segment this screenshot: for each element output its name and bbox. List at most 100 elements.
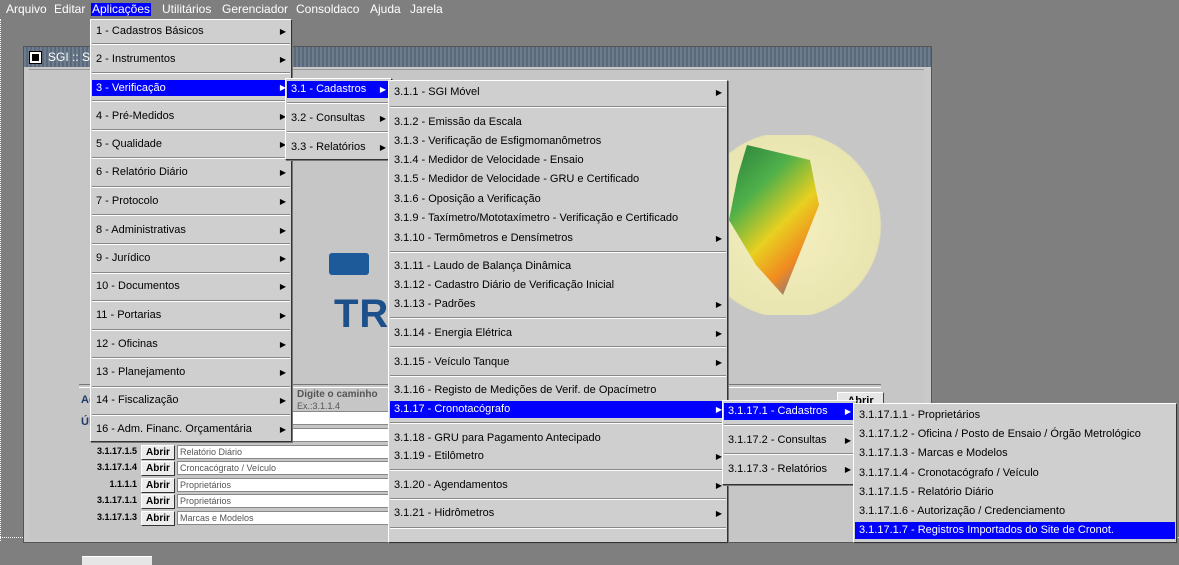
menu-item-label: 6 - Relatório Diário (96, 166, 188, 178)
recent-item-code: 1.1.1.1 (109, 479, 137, 489)
submenu-arrow-icon: ▶ (715, 358, 722, 367)
menu-item-3-1-16[interactable]: 3.1.16 - Registo de Medições de Verif. d… (390, 383, 726, 398)
menu-item-3-1-17-1-4[interactable]: 3.1.17.1.4 - Cronotacógrafo / Veículo (855, 465, 1175, 481)
menu-item-3-1-2[interactable]: 3.1.2 - Emissão da Escala (390, 115, 726, 130)
menu-item-relatorio-diario[interactable]: 6 - Relatório Diário ▶ (92, 165, 290, 180)
menu-item-label: 3.1.5 - Medidor de Velocidade - GRU e Ce… (394, 173, 640, 185)
menu-item-adm-financ[interactable]: 16 - Adm. Financ. Orçamentária ▶ (92, 422, 290, 437)
submenu-arrow-icon: ▶ (715, 88, 722, 97)
menu-janela[interactable]: Jarela (410, 3, 443, 16)
menu-item-pre-medidos[interactable]: 4 - Pré-Medidos ▶ (92, 109, 290, 124)
menu-separator (92, 214, 290, 216)
menu-item-3-1-13[interactable]: 3.1.13 - Padrões ▶ (390, 297, 726, 312)
menu-item-3-1-5[interactable]: 3.1.5 - Medidor de Velocidade - GRU e Ce… (390, 172, 726, 187)
menu-separator (724, 424, 855, 426)
menu-item-3-1-17-1-5[interactable]: 3.1.17.1.5 - Relatório Diário (855, 484, 1175, 500)
menu-item-administrativas[interactable]: 8 - Administrativas ▶ (92, 223, 290, 238)
menu-item-fiscalizacao[interactable]: 14 - Fiscalização ▶ (92, 393, 290, 408)
menu-separator (390, 469, 726, 471)
menu-item-3-1-10[interactable]: 3.1.10 - Termômetros e Densímetros ▶ (390, 231, 726, 246)
menu-item-protocolo[interactable]: 7 - Protocolo ▶ (92, 194, 290, 209)
menu-item-3-1-4[interactable]: 3.1.4 - Medidor de Velocidade - Ensaio (390, 153, 726, 168)
menu-item-3-1-cadastros[interactable]: 3.1 - Cadastros ▶ (287, 81, 390, 98)
aplicacoes-menu: 1 - Cadastros Básicos ▶ 2 - Instrumentos ▶… (90, 19, 292, 442)
recent-abrir-button[interactable]: Abrir (141, 494, 175, 509)
submenu-arrow-icon: ▶ (379, 143, 386, 152)
menu-consolidado[interactable]: Consoldaco (296, 3, 359, 16)
menu-item-3-1-17-1-1[interactable]: 3.1.17.1.1 - Proprietários (855, 407, 1175, 423)
menu-item-3-1-17-2[interactable]: 3.1.17.2 - Consultas ▶ (724, 433, 855, 448)
menu-item-label: 3.1.17.1.7 - Registros Importados do Sit… (859, 524, 1114, 536)
menu-item-label: 3.1.6 - Oposição a Verificação (394, 193, 541, 205)
menu-item-3-1-15[interactable]: 3.1.15 - Veículo Tanque ▶ (390, 355, 726, 370)
crono-cadastros-menu: 3.1.17.1.1 - Proprietários 3.1.17.1.2 - … (853, 403, 1177, 543)
menu-item-label: 3.1.17.1.4 - Cronotacógrafo / Veículo (859, 467, 1039, 479)
menu-item-verificacao[interactable]: 3 - Verificação ▶ (92, 80, 290, 96)
menu-ajuda[interactable]: Ajuda (370, 3, 401, 16)
menu-item-3-1-17-1-7[interactable]: 3.1.17.1.7 - Registros Importados do Sit… (855, 522, 1175, 539)
bottom-button[interactable] (82, 556, 152, 565)
menu-item-3-1-1[interactable]: 3.1.1 - SGI Móvel ▶ (390, 85, 726, 100)
submenu-arrow-icon: ▶ (844, 465, 851, 474)
menu-item-3-1-19[interactable]: 3.1.19 - Etilômetro ▶ (390, 449, 726, 464)
menu-item-label: 3.1.10 - Termômetros e Densímetros (394, 232, 573, 244)
menu-item-3-1-17-1[interactable]: 3.1.17.1 - Cadastros ▶ (724, 403, 855, 420)
menu-item-3-1-21[interactable]: 3.1.21 - Hidrômetros ▶ (390, 506, 726, 521)
menu-item-label: 11 - Portarias (96, 309, 162, 321)
menu-item-cadastros-basicos[interactable]: 1 - Cadastros Básicos ▶ (92, 24, 290, 39)
menu-separator (92, 329, 290, 331)
submenu-arrow-icon: ▶ (279, 425, 286, 434)
menu-item-label: 8 - Administrativas (96, 224, 186, 236)
menu-item-3-1-18[interactable]: 3.1.18 - GRU para Pagamento Antecipado (390, 431, 726, 446)
menu-item-label: 3.2 - Consultas (291, 112, 365, 124)
menu-separator (287, 131, 390, 133)
submenu-arrow-icon: ▶ (844, 407, 851, 416)
menu-separator (92, 272, 290, 274)
menu-arquivo[interactable]: Arquivo (6, 3, 47, 16)
menu-item-3-3-relatorios[interactable]: 3.3 - Relatórios ▶ (287, 140, 390, 155)
menu-item-3-2-consultas[interactable]: 3.2 - Consultas ▶ (287, 111, 390, 126)
recent-item-text: Marcas e Modelos (177, 511, 391, 525)
menu-item-documentos[interactable]: 10 - Documentos ▶ (92, 279, 290, 294)
menu-item-3-1-17-1-6[interactable]: 3.1.17.1.6 - Autorização / Credenciament… (855, 503, 1175, 519)
recent-item-code: 3.1.17.1.5 (96, 446, 137, 456)
menu-item-label: 3.1.11 - Laudo de Balança Dinâmica (394, 260, 572, 272)
menu-item-3-1-3[interactable]: 3.1.3 - Verificação de Esfigmomanômetros (390, 134, 726, 149)
menu-item-planejamento[interactable]: 13 - Planejamento ▶ (92, 365, 290, 380)
menu-item-label: 3.1.17.2 - Consultas (728, 434, 827, 446)
menu-aplicacoes[interactable]: Aplicações (91, 3, 152, 16)
menu-separator (92, 43, 290, 45)
menu-item-3-1-17[interactable]: 3.1.17 - Cronotacógrafo ▶ (390, 401, 726, 418)
menu-item-qualidade[interactable]: 5 - Qualidade ▶ (92, 137, 290, 152)
menu-item-label: 12 - Oficinas (96, 338, 158, 350)
recent-abrir-button[interactable]: Abrir (141, 461, 175, 476)
menu-editar[interactable]: Editar (54, 3, 85, 16)
menu-utilitarios[interactable]: Utilitários (162, 3, 211, 16)
menu-item-3-1-17-3[interactable]: 3.1.17.3 - Relatórios ▶ (724, 462, 855, 477)
recent-abrir-button[interactable]: Abrir (141, 511, 175, 526)
menu-item-3-1-14[interactable]: 3.1.14 - Energia Elétrica ▶ (390, 326, 726, 341)
path-hint: Digite o caminho (297, 389, 378, 400)
menu-item-3-1-12[interactable]: 3.1.12 - Cadastro Diário de Verificação … (390, 278, 726, 293)
menu-item-3-1-17-1-2[interactable]: 3.1.17.1.2 - Oficina / Posto de Ensaio /… (855, 426, 1175, 442)
recent-abrir-button[interactable]: Abrir (141, 445, 175, 460)
menu-item-instrumentos[interactable]: 2 - Instrumentos ▶ (92, 52, 290, 67)
submenu-arrow-icon: ▶ (279, 197, 286, 206)
recent-item-text: Proprietários (177, 494, 391, 508)
menu-item-3-1-6[interactable]: 3.1.6 - Oposição a Verificação (390, 192, 726, 207)
submenu-arrow-icon: ▶ (279, 168, 286, 177)
menu-item-portarias[interactable]: 11 - Portarias ▶ (92, 308, 290, 323)
menu-item-juridico[interactable]: 9 - Jurídico ▶ (92, 251, 290, 266)
menu-item-3-1-11[interactable]: 3.1.11 - Laudo de Balança Dinâmica (390, 259, 726, 274)
menu-gerenciador[interactable]: Gerenciador (222, 3, 288, 16)
menu-item-3-1-17-1-3[interactable]: 3.1.17.1.3 - Marcas e Modelos (855, 445, 1175, 461)
menu-separator (92, 157, 290, 159)
submenu-arrow-icon: ▶ (279, 27, 286, 36)
menu-item-3-1-20[interactable]: 3.1.20 - Agendamentos ▶ (390, 478, 726, 493)
cronotacografo-menu: 3.1.17.1 - Cadastros ▶ 3.1.17.2 - Consult… (722, 400, 857, 485)
recent-abrir-button[interactable]: Abrir (141, 478, 175, 493)
menu-item-oficinas[interactable]: 12 - Oficinas ▶ (92, 337, 290, 352)
menu-item-3-1-9[interactable]: 3.1.9 - Taxímetro/Mototaxímetro - Verifi… (390, 211, 726, 226)
submenu-arrow-icon: ▶ (279, 55, 286, 64)
menu-item-label: 3.1.2 - Emissão da Escala (394, 116, 522, 128)
